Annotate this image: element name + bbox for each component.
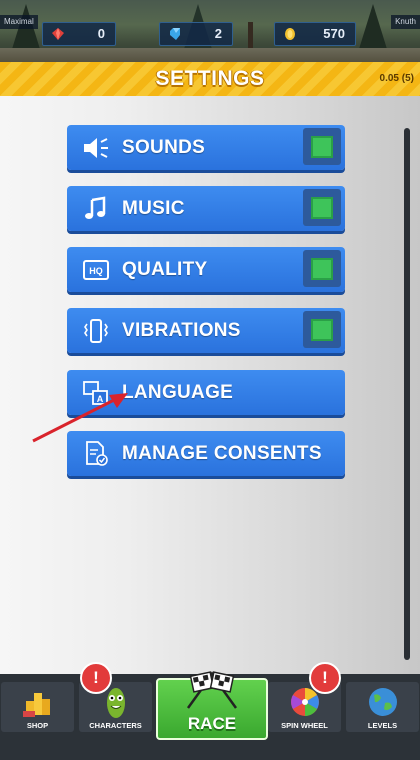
red-arrow-annotation bbox=[32, 393, 128, 443]
bottom-nav: SHOP CHARACTERS RACE SPIN WHEEL LEVELS !… bbox=[0, 662, 420, 760]
nav-shop[interactable]: SHOP bbox=[1, 682, 74, 732]
characters-alert-badge: ! bbox=[80, 662, 112, 694]
spin-wheel-alert-badge: ! bbox=[309, 662, 341, 694]
nav-levels[interactable]: LEVELS bbox=[346, 682, 419, 732]
nav-levels-label: LEVELS bbox=[367, 721, 398, 730]
nav-characters-label: CHARACTERS bbox=[89, 721, 142, 730]
gold-stack-icon bbox=[22, 693, 50, 717]
nav-shop-label: SHOP bbox=[26, 721, 49, 730]
nav-race-button[interactable]: RACE bbox=[156, 671, 268, 740]
globe-icon bbox=[368, 688, 397, 716]
nav-race-label: RACE bbox=[187, 714, 237, 733]
nav-spin-wheel-label: SPIN WHEEL bbox=[281, 721, 328, 730]
checkered-flags-icon bbox=[186, 671, 238, 709]
